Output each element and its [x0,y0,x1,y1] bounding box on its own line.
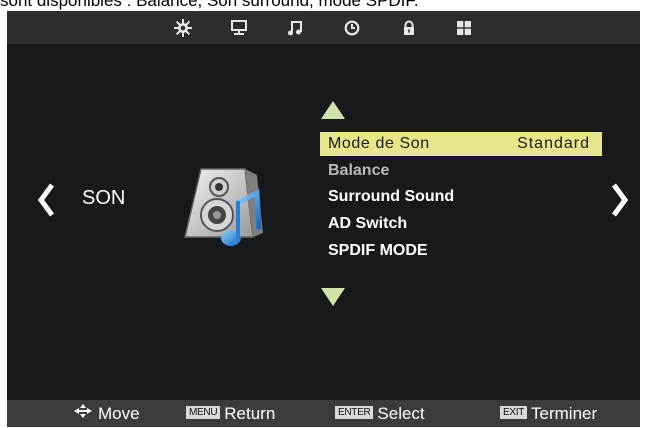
speaker-music-icon [179,163,267,256]
monitor-icon[interactable] [228,17,250,39]
caption-text: sont disponibles : Balance, Son surround… [0,0,419,10]
menu-key-badge: MENU [186,406,221,420]
section-title: SON [82,187,126,209]
hint-move: Move [74,400,140,427]
hint-exit: EXIT Terminer [500,400,597,427]
menu-item-mode-de-son[interactable]: Mode de Son Standard [320,132,602,156]
exit-label: Terminer [531,404,598,423]
menu-item-label: AD Switch [328,215,408,232]
chevron-right-icon[interactable] [611,182,629,223]
clock-icon[interactable] [341,17,363,39]
hint-select: ENTER Select [335,400,425,427]
move-label: Move [98,404,140,423]
music-note-icon[interactable] [284,17,306,39]
menu-item-label: Balance [328,162,390,179]
hint-return: MENU Return [186,400,275,427]
menu-item-balance: Balance [320,159,602,183]
menu-item-ad-switch[interactable]: AD Switch [320,212,602,236]
exit-key-badge: EXIT [500,406,528,420]
menu-tab-bar [7,11,640,44]
lock-icon[interactable] [398,17,420,39]
tv-osd-screen: SON Mode de Son Standard Balance Surroun… [7,11,640,400]
scroll-up-icon[interactable] [319,99,347,126]
menu-item-label: Mode de Son [328,135,430,152]
enter-key-badge: ENTER [335,406,374,420]
menu-item-surround-sound[interactable]: Surround Sound [320,185,602,209]
scroll-down-icon[interactable] [319,286,347,313]
menu-item-value: Standard [517,135,590,152]
footer-hint-bar: Move MENU Return ENTER Select EXIT Terminer [7,400,640,427]
picture-settings-icon[interactable] [172,17,194,39]
menu-item-label: Surround Sound [328,188,455,205]
menu-item-label: SPDIF MODE [328,242,428,259]
chevron-left-icon[interactable] [37,182,55,223]
menu-item-spdif-mode[interactable]: SPDIF MODE [320,239,602,263]
return-label: Return [224,404,276,423]
move-arrows-icon [74,399,92,426]
grid-icon[interactable] [453,17,475,39]
select-label: Select [377,404,425,423]
